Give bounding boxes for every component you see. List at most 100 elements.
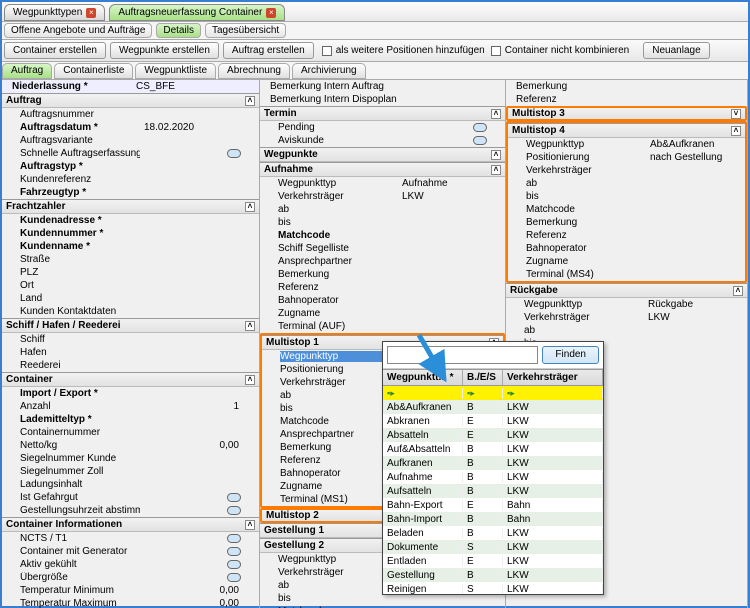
container-erstellen-button[interactable]: Container erstellen [4,42,106,59]
group-multistop3[interactable]: Multistop 3˅ [506,106,747,121]
subtab-details[interactable]: Details [156,23,201,38]
field-multistop4-8[interactable]: Bahnoperator [508,242,745,255]
field-frachtzahler-4[interactable]: PLZ [2,266,259,279]
field-container-0[interactable]: Import / Export * [2,387,259,400]
group-container[interactable]: Container˄ [2,372,259,387]
field-multistop4-6[interactable]: Bemerkung [508,216,745,229]
field-container-4[interactable]: Netto/kg0,00 [2,439,259,452]
picker-row[interactable]: AufnahmeBLKW [383,470,603,484]
picker-row[interactable]: EntladenELKW [383,554,603,568]
field-container-9[interactable]: Gestellungsuhrzeit abstimmen [2,504,259,517]
picker-row[interactable]: AufsattelnBLKW [383,484,603,498]
field-schiff-2[interactable]: Reederei [2,359,259,372]
field-cinfo-2[interactable]: Aktiv gekühlt [2,558,259,571]
field-frachtzahler-0[interactable]: Kundenadresse * [2,214,259,227]
toggle-cinfo-0[interactable] [227,534,241,543]
chevron-up-icon[interactable]: ˄ [733,286,743,296]
chevron-up-icon[interactable]: ˄ [245,375,255,385]
group-termin[interactable]: Termin˄ [260,106,505,121]
field-auftrag-6[interactable]: Fahrzeugtyp * [2,186,259,199]
field-container-1[interactable]: Anzahl1 [2,400,259,413]
group-multistop4[interactable]: Multistop 4˄ [508,123,745,138]
chevron-up-icon[interactable]: ˄ [245,202,255,212]
picker-row[interactable]: AufkranenBLKW [383,456,603,470]
chevron-up-icon[interactable]: ˄ [245,520,255,530]
picker-row[interactable]: ReinigenSLKW [383,582,603,594]
col-bes[interactable]: B./E/S [463,370,503,385]
bemerkung-intern-auftrag[interactable]: Bemerkung Intern Auftrag [260,80,505,93]
field-frachtzahler-5[interactable]: Ort [2,279,259,292]
field-auftrag-1[interactable]: Auftragsdatum *18.02.2020 [2,121,259,134]
field-aufnahme-11[interactable]: Terminal (AUF) [260,320,505,333]
group-cinfo[interactable]: Container Informationen˄ [2,517,259,532]
field-multistop4-5[interactable]: Matchcode [508,203,745,216]
field-termin-1[interactable]: Aviskunde [260,134,505,147]
finden-button[interactable]: Finden [542,346,599,364]
mtab-auftrag[interactable]: Auftrag [2,63,52,79]
group-schiff[interactable]: Schiff / Hafen / Reederei˄ [2,318,259,333]
field-rueckgabe-2[interactable]: ab [506,324,747,337]
field-multistop4-3[interactable]: ab [508,177,745,190]
subtab-tagesuebersicht[interactable]: Tagesübersicht [205,23,286,38]
field-schiff-1[interactable]: Hafen [2,346,259,359]
picker-row[interactable]: AbkranenELKW [383,414,603,428]
picker-row[interactable]: Ab&AufkranenBLKW [383,400,603,414]
group-frachtzahler[interactable]: Frachtzahler˄ [2,199,259,214]
field-aufnahme-10[interactable]: Zugname [260,307,505,320]
toggle-cinfo-3[interactable] [227,573,241,582]
field-aufnahme-3[interactable]: bis [260,216,505,229]
col-verkehrstraeger[interactable]: Verkehrsträger [503,370,603,385]
picker-row[interactable]: GestellungBLKW [383,568,603,582]
nicht-kombinieren-checkbox[interactable] [491,46,501,56]
wegpunkte-erstellen-button[interactable]: Wegpunkte erstellen [110,42,219,59]
mtab-abrechnung[interactable]: Abrechnung [218,63,290,79]
niederlassung-field[interactable]: Niederlassung * CS_BFE [2,80,259,93]
close-icon[interactable]: × [86,8,96,18]
field-schiff-0[interactable]: Schiff [2,333,259,346]
toggle-termin-0[interactable] [473,123,487,132]
chevron-down-icon[interactable]: ˅ [731,109,741,119]
field-rueckgabe-0[interactable]: WegpunkttypRückgabe [506,298,747,311]
field-cinfo-5[interactable]: Temperatur Maximum0,00 [2,597,259,608]
toggle-cinfo-1[interactable] [227,547,241,556]
toggle-container-8[interactable] [227,493,241,502]
bemerkung-field[interactable]: Bemerkung [506,80,747,93]
mtab-wegpunktliste[interactable]: Wegpunktliste [135,63,216,79]
group-aufnahme[interactable]: Aufnahme˄ [260,162,505,177]
chevron-up-icon[interactable]: ˄ [731,126,741,136]
referenz-field[interactable]: Referenz [506,93,747,106]
picker-row[interactable]: Bahn-ImportBBahn [383,512,603,526]
field-multistop4-1[interactable]: Positionierungnach Gestellung [508,151,745,164]
toggle-termin-1[interactable] [473,136,487,145]
tab-auftragsneuerfassung[interactable]: Auftragsneuerfassung Container× [109,4,285,21]
picker-row[interactable]: Bahn-ExportEBahn [383,498,603,512]
picker-search-input[interactable] [387,346,538,364]
chevron-up-icon[interactable]: ˄ [491,109,501,119]
field-auftrag-2[interactable]: Auftragsvariante [2,134,259,147]
close-icon[interactable]: × [266,8,276,18]
picker-row[interactable]: AbsattelnELKW [383,428,603,442]
field-container-7[interactable]: Ladungsinhalt [2,478,259,491]
field-multistop4-4[interactable]: bis [508,190,745,203]
field-aufnahme-1[interactable]: VerkehrsträgerLKW [260,190,505,203]
group-rueckgabe[interactable]: Rückgabe˄ [506,283,747,298]
field-auftrag-0[interactable]: Auftragsnummer [2,108,259,121]
field-aufnahme-9[interactable]: Bahnoperator [260,294,505,307]
chevron-up-icon[interactable]: ˄ [491,165,501,175]
field-multistop4-9[interactable]: Zugname [508,255,745,268]
chevron-up-icon[interactable]: ˄ [491,150,501,160]
field-multistop4-0[interactable]: WegpunkttypAb&Aufkranen [508,138,745,151]
field-multistop4-2[interactable]: Verkehrsträger [508,164,745,177]
picker-row[interactable]: DokumenteSLKW [383,540,603,554]
field-aufnahme-0[interactable]: WegpunkttypAufnahme [260,177,505,190]
mtab-archivierung[interactable]: Archivierung [292,63,366,79]
chevron-up-icon[interactable]: ˄ [245,321,255,331]
weitere-positionen-checkbox[interactable] [322,46,332,56]
picker-row[interactable]: ▪▸▪▸▪▸ [383,386,603,400]
field-container-8[interactable]: Ist Gefahrgut [2,491,259,504]
field-container-2[interactable]: Lademitteltyp * [2,413,259,426]
field-frachtzahler-3[interactable]: Straße [2,253,259,266]
field-auftrag-5[interactable]: Kundenreferenz [2,173,259,186]
picker-row[interactable]: Auf&AbsattelnBLKW [383,442,603,456]
picker-list[interactable]: ▪▸▪▸▪▸Ab&AufkranenBLKWAbkranenELKWAbsatt… [383,386,603,594]
